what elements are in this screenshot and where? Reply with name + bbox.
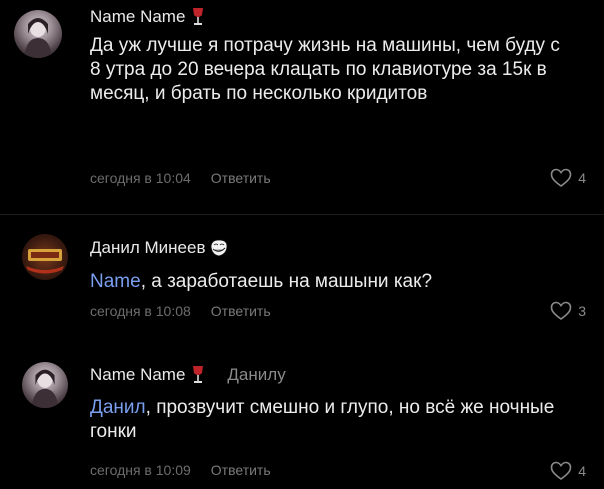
comment-timestamp: сегодня в 10:08 [90, 303, 191, 319]
heart-icon [550, 301, 572, 320]
comment-text-content: , прозвучит смешно и глупо, но всё же но… [90, 397, 555, 442]
comment-1: Name Name Да уж лучше я потрачу жизнь на… [0, 0, 604, 215]
reply-to-link[interactable]: Данилу [227, 365, 285, 385]
comment-meta: сегодня в 10:09 Ответить [90, 462, 271, 478]
reply-button[interactable]: Ответить [211, 462, 271, 478]
comment-3: Name Name Данилу Данил, прозвучит смешно… [0, 345, 604, 489]
comment-2: Данил Минеев Name, а заработаешь на машы… [0, 215, 604, 345]
like-count: 4 [578, 463, 586, 479]
comment-author[interactable]: Name Name [90, 7, 185, 27]
mention-link[interactable]: Name [90, 271, 141, 292]
like-count: 3 [578, 303, 586, 319]
avatar[interactable] [14, 10, 62, 58]
like-button[interactable]: 4 [550, 168, 586, 188]
like-count: 4 [578, 170, 586, 186]
comment-text-content: , а заработаешь на машыни как? [140, 271, 433, 292]
avatar[interactable] [22, 234, 68, 280]
comment-author-row: Данил Минеев [90, 238, 229, 258]
comment-meta: сегодня в 10:08 Ответить [90, 303, 271, 319]
troll-face-icon [209, 239, 229, 257]
comment-author-row: Name Name [90, 7, 205, 27]
avatar-photo [31, 369, 59, 408]
comment-text: Да уж лучше я потрачу жизнь на машины, ч… [90, 35, 560, 104]
avatar-logo [26, 249, 64, 274]
comment-author[interactable]: Данил Минеев [90, 238, 205, 258]
wine-glass-icon [191, 7, 205, 27]
comment-text: Данил, прозвучит смешно и глупо, но всё … [90, 396, 570, 444]
like-button[interactable]: 3 [550, 301, 586, 321]
wine-glass-icon [191, 365, 205, 385]
avatar[interactable] [22, 362, 68, 408]
reply-button[interactable]: Ответить [211, 170, 271, 186]
heart-icon [550, 461, 572, 480]
comment-timestamp: сегодня в 10:04 [90, 170, 191, 186]
like-button[interactable]: 4 [550, 461, 586, 481]
comment-meta: сегодня в 10:04 Ответить [90, 170, 271, 186]
comment-author[interactable]: Name Name [90, 365, 185, 385]
avatar-photo [24, 18, 52, 58]
comment-author-row: Name Name Данилу [90, 365, 286, 385]
comment-timestamp: сегодня в 10:09 [90, 462, 191, 478]
reply-button[interactable]: Ответить [211, 303, 271, 319]
comment-text: Name, а заработаешь на машыни как? [90, 270, 590, 294]
heart-icon [550, 168, 572, 187]
mention-link[interactable]: Данил [90, 397, 146, 418]
